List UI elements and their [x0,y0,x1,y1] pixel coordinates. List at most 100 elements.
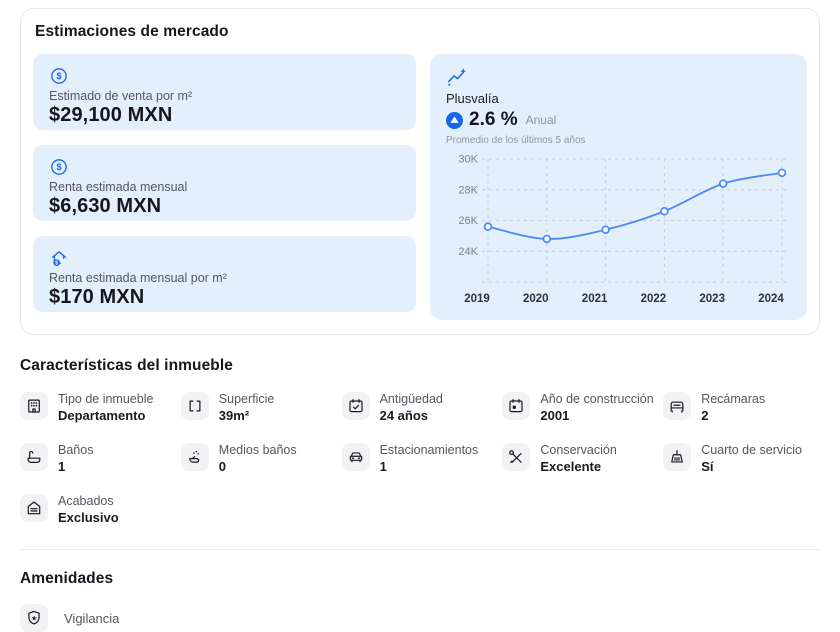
amenity-item: ★ Vigilancia [20,604,180,632]
market-grid: $ Estimado de venta por m² $29,100 MXN $… [33,54,807,320]
svg-text:$: $ [55,261,58,267]
data-point [483,222,493,231]
x-tick-label: 2023 [699,293,725,305]
feature-value: 24 años [379,408,429,423]
feature-item: Baños 1 [20,443,177,474]
house-dollar-icon: $ [49,248,69,268]
market-card-label: Renta estimada mensual [49,180,188,194]
feature-item: Superficie 39m² [180,392,338,423]
plusvalia-value-row: 2.6 % Anual [446,109,791,131]
broom-icon [663,443,692,471]
x-tick-label: 2024 [758,293,784,305]
y-tick-label: 28K [458,184,478,196]
feature-item: Tipo de inmueble Departamento [20,392,177,423]
market-estimate-card: $ Estimado de venta por m² $29,100 MXN [33,54,416,130]
dollar-circle-icon: $ [49,157,69,177]
y-tick-label: 24K [458,246,478,258]
svg-text:$: $ [56,71,61,81]
x-tick-label: 2020 [523,293,549,305]
hand-wash-icon [180,443,209,471]
feature-value: 1 [379,459,387,474]
data-point [718,179,728,188]
feature-label: Antigüedad [379,392,443,406]
feature-label: Cuarto de servicio [701,443,802,457]
calendar-icon [502,392,531,420]
feature-label: Recámaras [701,392,766,406]
feature-label: Acabados [58,494,114,508]
data-point [601,225,610,234]
features-section-title: Características del inmueble [20,357,234,374]
y-tick-label: 26K [458,215,478,227]
car-icon [341,443,370,471]
plusvalia-card: Plusvalía 2.6 % Anual Promedio de los úl… [430,54,807,320]
market-card-value: $29,100 MXN [49,104,173,126]
amenity-label: Vigilancia [64,610,120,626]
feature-label: Superficie [218,392,275,406]
feature-item: Cuarto de servicio Sí [663,443,820,474]
plusvalia-period: Anual [525,113,557,127]
plusvalia-title: Plusvalía [446,91,499,106]
market-section-title: Estimaciones de mercado [35,23,229,40]
calendar-check-icon [341,392,370,420]
feature-item: Antigüedad 24 años [341,392,499,423]
trend-sparkle-icon [446,66,791,88]
plusvalia-value: 2.6 % [469,109,518,130]
feature-value: 39m² [218,408,250,423]
features-grid: Tipo de inmueble Departamento Superficie… [20,392,820,525]
feature-item: Medios baños 0 [180,443,338,474]
feature-item: Año de construcción 2001 [502,392,659,423]
feature-item: Conservación Excelente [502,443,659,474]
x-tick-label: 2022 [641,293,667,305]
amenities-section: Amenidades ★ Vigilancia [20,570,820,632]
x-tick-label: 2021 [582,293,608,305]
bed-icon [663,392,692,420]
market-cards-column: $ Estimado de venta por m² $29,100 MXN $… [33,54,416,320]
section-divider [20,549,820,550]
feature-value: 1 [58,459,66,474]
plusvalia-line-chart[interactable]: 24K 26K 28K 30K 2019 2020 2021 2022 2023 2024 [446,150,791,312]
trend-line [487,171,783,240]
feature-item: Estacionamientos 1 [341,443,499,474]
market-card-value: $170 MXN [49,286,145,308]
market-estimations-section: Estimaciones de mercado $ Estimado de ve… [20,8,820,335]
market-estimate-card: $ Renta estimada mensual $6,630 MXN [33,145,416,221]
data-point [777,168,787,178]
market-card-label: Estimado de venta por m² [49,89,193,103]
feature-label: Tipo de inmueble [58,392,154,406]
feature-label: Estacionamientos [379,443,479,457]
data-point [542,234,552,244]
amenities-grid: ★ Vigilancia [20,604,820,632]
up-arrow-badge-icon [446,111,463,129]
x-tick-label: 2019 [464,293,490,305]
plusvalia-subtitle: Promedio de los últimos 5 años [446,135,586,146]
feature-label: Conservación [540,443,617,457]
data-point [660,207,669,216]
market-card-label: Renta estimada mensual por m² [49,271,227,285]
building-icon [20,392,48,420]
shield-star-icon: ★ [20,604,48,632]
feature-label: Año de construcción [540,392,654,406]
feature-value: Exclusivo [58,510,119,525]
feature-value: 2 [701,408,709,423]
area-brackets-icon [180,392,209,420]
tools-icon [502,443,531,471]
feature-value: Departamento [58,408,146,423]
feature-value: Sí [701,459,714,474]
feature-label: Baños [58,443,94,457]
dollar-circle-icon: $ [49,66,69,86]
market-card-value: $6,630 MXN [49,195,162,217]
y-tick-label: 30K [458,154,478,166]
market-estimate-card: $ Renta estimada mensual por m² $170 MXN [33,236,416,312]
amenities-section-title: Amenidades [20,570,114,587]
feature-label: Medios baños [218,443,297,457]
feature-value: 0 [218,459,227,474]
property-detail-page: Estimaciones de mercado $ Estimado de ve… [0,0,840,632]
house-finish-icon [20,494,48,522]
svg-text:★: ★ [31,614,37,622]
svg-text:$: $ [56,162,61,172]
feature-item: Recámaras 2 [663,392,820,423]
feature-value: 2001 [540,408,570,423]
feature-value: Excelente [540,459,602,474]
feature-item: Acabados Exclusivo [20,494,177,525]
bathtub-icon [20,443,48,471]
